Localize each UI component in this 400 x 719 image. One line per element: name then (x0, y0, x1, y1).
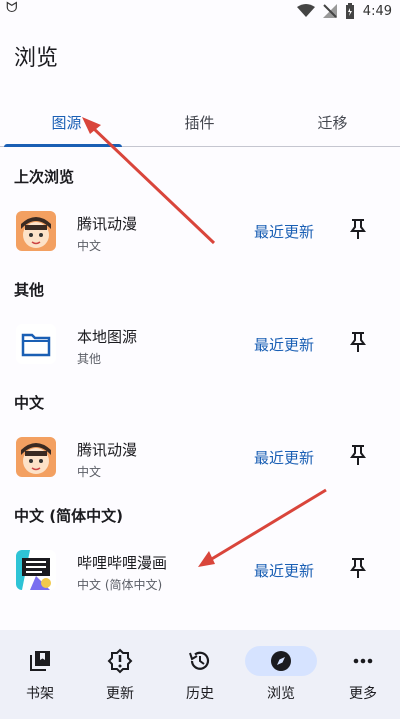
nav-item-more[interactable]: 更多 (323, 630, 400, 719)
nav-label: 书架 (26, 686, 54, 702)
updates-icon (98, 646, 142, 676)
section-header-last-used: 上次浏览 (14, 168, 75, 186)
section-header-simplified-chinese: 中文 (简体中文) (14, 507, 123, 525)
latest-button[interactable]: 最近更新 (254, 221, 314, 242)
status-bar: ᗢ 4:49 (0, 0, 400, 22)
nav-item-updates[interactable]: 更新 (80, 630, 160, 719)
latest-button[interactable]: 最近更新 (254, 560, 314, 581)
tab-extensions[interactable]: 插件 (133, 98, 266, 146)
nav-label: 历史 (186, 686, 214, 702)
nav-item-history[interactable]: 历史 (160, 630, 240, 719)
clock: 4:49 (362, 3, 392, 19)
app-notification-icon: ᗢ (6, 0, 18, 16)
latest-button[interactable]: 最近更新 (254, 447, 314, 468)
tencent-comic-icon (16, 437, 56, 477)
source-row[interactable]: 本地图源 其他 最近更新 (0, 314, 400, 374)
pin-icon[interactable] (346, 443, 370, 467)
no-signal-icon (322, 4, 337, 18)
page-title: 浏览 (14, 46, 59, 71)
source-name: 哔哩哔哩漫画 (77, 554, 168, 572)
source-language: 中文 (77, 239, 102, 253)
source-language: 中文 (简体中文) (77, 578, 163, 592)
tencent-comic-icon (16, 211, 56, 251)
tab-sources-label: 图源 (51, 113, 82, 132)
wifi-icon (296, 4, 315, 17)
tab-extensions-label: 插件 (184, 113, 215, 132)
explore-icon (245, 646, 317, 676)
section-header-chinese: 中文 (14, 394, 45, 412)
library-icon (18, 646, 62, 676)
source-language: 中文 (77, 465, 102, 479)
status-icons: 4:49 (296, 0, 392, 22)
source-row[interactable]: 腾讯动漫 中文 最近更新 (0, 427, 400, 487)
tab-sources[interactable]: 图源 (0, 98, 133, 146)
source-name: 腾讯动漫 (77, 215, 138, 233)
source-row[interactable]: 腾讯动漫 中文 最近更新 (0, 201, 400, 261)
bottom-navigation: 书架 更新 历史 浏览 更多 (0, 630, 400, 719)
source-name: 本地图源 (77, 328, 138, 346)
bilibili-comic-icon (16, 550, 56, 590)
nav-label: 浏览 (267, 686, 295, 702)
source-language: 其他 (77, 352, 102, 366)
source-row[interactable]: 哔哩哔哩漫画 中文 (简体中文) 最近更新 (0, 540, 400, 600)
tab-bar: 图源 插件 迁移 (0, 98, 400, 147)
nav-item-library[interactable]: 书架 (0, 630, 80, 719)
pin-icon[interactable] (346, 217, 370, 241)
folder-icon (16, 324, 56, 364)
tab-indicator (4, 144, 122, 147)
nav-label: 更新 (106, 686, 134, 702)
history-icon (178, 646, 222, 676)
latest-button[interactable]: 最近更新 (254, 334, 314, 355)
section-header-other: 其他 (14, 281, 45, 299)
tab-migrate[interactable]: 迁移 (266, 98, 399, 146)
tab-migrate-label: 迁移 (317, 113, 348, 132)
source-name: 腾讯动漫 (77, 441, 138, 459)
pin-icon[interactable] (346, 330, 370, 354)
pin-icon[interactable] (346, 556, 370, 580)
battery-icon (345, 3, 354, 19)
more-icon (341, 646, 385, 676)
nav-label: 更多 (349, 686, 377, 702)
